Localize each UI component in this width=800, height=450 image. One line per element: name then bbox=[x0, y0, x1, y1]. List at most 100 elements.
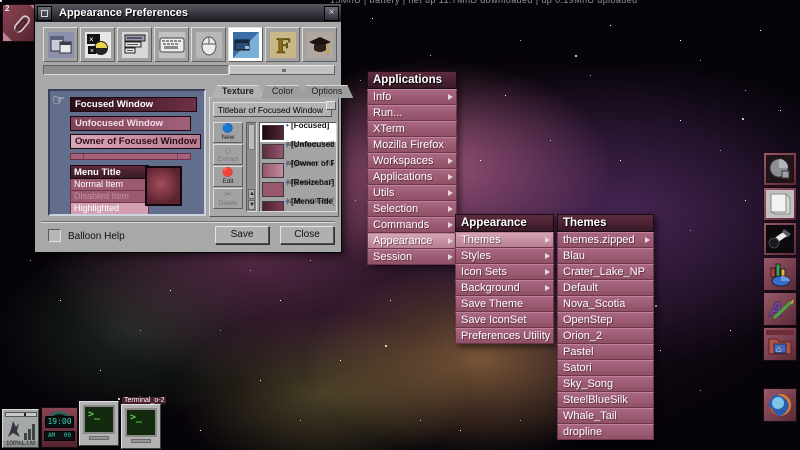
font-prefs-icon[interactable]: F bbox=[265, 27, 300, 62]
tab-options[interactable]: Options bbox=[300, 85, 353, 98]
workspace-number: 2 bbox=[5, 4, 9, 13]
menu-item-icon-sets[interactable]: Icon Sets bbox=[455, 264, 554, 280]
menu-item-styles[interactable]: Styles bbox=[455, 248, 554, 264]
menu-item-background[interactable]: Background bbox=[455, 280, 554, 296]
new-texture-button[interactable]: 🔵 New bbox=[213, 122, 243, 143]
save-button[interactable]: Save bbox=[215, 226, 269, 244]
dock-tile-pen-app[interactable] bbox=[763, 222, 797, 256]
menu-item-xterm[interactable]: XTerm bbox=[367, 121, 457, 137]
menu-item-save-iconset[interactable]: Save IconSet bbox=[455, 312, 554, 328]
menu-item-openstep[interactable]: OpenStep bbox=[557, 312, 654, 328]
extract-texture-button[interactable]: ◇ Extract bbox=[213, 144, 243, 165]
menu-item-crater-lake-np[interactable]: Crater_Lake_NP bbox=[557, 264, 654, 280]
menu-item-orion-2[interactable]: Orion_2 bbox=[557, 328, 654, 344]
tab-color[interactable]: Color bbox=[261, 85, 305, 98]
dock-tile-firefox[interactable] bbox=[763, 388, 797, 422]
clock-dockapp[interactable]: 19:00 AM 00 bbox=[41, 407, 78, 448]
scrollbar-thumb[interactable] bbox=[248, 124, 255, 150]
toolbar-scroll-thumb[interactable] bbox=[229, 65, 335, 75]
toolbar-scroll-trough[interactable] bbox=[43, 65, 229, 75]
svg-text:×: × bbox=[89, 35, 94, 44]
menu-item-applications[interactable]: Applications bbox=[367, 169, 457, 185]
preview-focused-titlebar[interactable]: Focused Window bbox=[70, 97, 197, 112]
mouse-prefs-icon[interactable] bbox=[191, 27, 226, 62]
preview-owner-titlebar[interactable]: Owner of Focused Window bbox=[70, 134, 201, 149]
appearance-prefs-icon[interactable] bbox=[228, 27, 263, 62]
themes-submenu-title[interactable]: Themes bbox=[557, 214, 654, 232]
balloon-help-checkbox[interactable] bbox=[48, 229, 61, 242]
system-monitor-dockapp[interactable]: 100%L.I.M bbox=[2, 409, 39, 448]
svg-text:⌂: ⌂ bbox=[776, 344, 781, 354]
extract-texture-icon: ◇ bbox=[214, 145, 242, 156]
miniaturize-button[interactable] bbox=[37, 6, 52, 21]
menu-item-session[interactable]: Session bbox=[367, 249, 457, 265]
delete-texture-icon: ✂ bbox=[214, 189, 242, 200]
menu-item-dropline[interactable]: dropline bbox=[557, 424, 654, 440]
preview-menu-item-normal-2[interactable]: Normal Item bbox=[70, 215, 149, 216]
dropdown-popup-icon[interactable] bbox=[326, 101, 336, 110]
menu-item-info[interactable]: Info bbox=[367, 89, 457, 105]
menu-item-default[interactable]: Default bbox=[557, 280, 654, 296]
menu-item-themes[interactable]: Themes bbox=[455, 232, 554, 248]
applications-menu-title[interactable]: Applications bbox=[367, 71, 457, 89]
preview-resizebar[interactable] bbox=[70, 153, 191, 160]
svg-text:×: × bbox=[90, 48, 94, 55]
preview-unfocused-titlebar[interactable]: Unfocused Window bbox=[70, 116, 191, 131]
scroll-down-icon[interactable]: ▼ bbox=[248, 200, 255, 210]
preview-menu-item-disabled[interactable]: Disabled Item bbox=[70, 191, 149, 203]
preview-icon-swatch[interactable] bbox=[145, 166, 182, 206]
preview-menu-title[interactable]: Menu Title bbox=[70, 165, 149, 179]
window-titlebar[interactable]: Appearance Preferences × bbox=[35, 4, 341, 22]
keyboard-prefs-icon[interactable] bbox=[154, 27, 189, 62]
monitor-label: 100%L.I.M bbox=[3, 441, 38, 447]
menu-item-workspaces[interactable]: Workspaces bbox=[367, 153, 457, 169]
dock-tile-disc-app[interactable] bbox=[763, 152, 797, 186]
tab-texture[interactable]: Texture bbox=[211, 85, 265, 98]
firefox-app-icon bbox=[766, 391, 794, 419]
preview-menu-item-highlighted[interactable]: Highlighted bbox=[70, 203, 149, 215]
delete-texture-button[interactable]: ✂ Delete bbox=[213, 188, 243, 209]
scroll-knob bbox=[282, 69, 286, 72]
close-dialog-button[interactable]: Close bbox=[280, 226, 334, 244]
menu-item-sky-song[interactable]: Sky_Song bbox=[557, 376, 654, 392]
terminal-appicon-2[interactable]: >_ bbox=[121, 404, 161, 449]
section-dropdown[interactable]: Titlebar of Focused Window bbox=[213, 102, 332, 117]
menu-item-run[interactable]: Run... bbox=[367, 105, 457, 121]
menu-item-blau[interactable]: Blau bbox=[557, 248, 654, 264]
appearance-preferences-window: Appearance Preferences × ×× F bbox=[34, 3, 342, 253]
style-preview-panel: ☞ Focused Window Unfocused Window Owner … bbox=[48, 89, 206, 216]
menu-editor-prefs-icon[interactable] bbox=[117, 27, 152, 62]
menu-item-preferences-utility[interactable]: Preferences Utility bbox=[455, 328, 554, 344]
menu-item-utils[interactable]: Utils bbox=[367, 185, 457, 201]
menu-item-themes-zipped[interactable]: themes.zipped bbox=[557, 232, 654, 248]
menu-item-pastel[interactable]: Pastel bbox=[557, 344, 654, 360]
texture-list-scrollbar[interactable]: ▲ ▼ bbox=[246, 122, 257, 212]
menu-item-save-theme[interactable]: Save Theme bbox=[455, 296, 554, 312]
window-focus-prefs-icon[interactable] bbox=[43, 27, 78, 62]
texture-row-menu-title[interactable]: [Menu Title] (tdgradient, "~/GN bbox=[260, 199, 336, 212]
paperclip-icon bbox=[10, 12, 34, 36]
menu-item-steelbluesilk[interactable]: SteelBlueSilk bbox=[557, 392, 654, 408]
dock-tile-letter-a-app[interactable]: A bbox=[763, 292, 797, 326]
dock-tile-charts-app[interactable] bbox=[763, 257, 797, 291]
terminal-prompt: >_ bbox=[88, 409, 100, 420]
menu-item-mozilla-firefox[interactable]: Mozilla Firefox bbox=[367, 137, 457, 153]
preview-menu-item-normal[interactable]: Normal Item bbox=[70, 179, 149, 191]
dock-tile-document-app[interactable] bbox=[763, 187, 797, 221]
expert-prefs-icon[interactable] bbox=[302, 27, 337, 62]
applications-menu: Applications Info Run... XTerm Mozilla F… bbox=[367, 71, 457, 265]
menu-item-selection[interactable]: Selection bbox=[367, 201, 457, 217]
menu-item-commands[interactable]: Commands bbox=[367, 217, 457, 233]
close-button[interactable]: × bbox=[324, 6, 339, 21]
terminal-appicon-1[interactable]: >_ bbox=[79, 401, 119, 446]
menu-item-appearance[interactable]: Appearance bbox=[367, 233, 457, 249]
menu-item-satori[interactable]: Satori bbox=[557, 360, 654, 376]
scroll-up-icon[interactable]: ▲ bbox=[248, 189, 255, 199]
desktop: 15MhU | battery | net up 11.7MhD downloa… bbox=[0, 0, 800, 450]
appearance-submenu-title[interactable]: Appearance bbox=[455, 214, 554, 232]
menu-item-whale-tail[interactable]: Whale_Tail bbox=[557, 408, 654, 424]
dock-tile-home-folder-app[interactable]: ⌂ bbox=[763, 327, 797, 361]
window-handling-prefs-icon[interactable]: ×× bbox=[80, 27, 115, 62]
menu-item-nova-scotia[interactable]: Nova_Scotia bbox=[557, 296, 654, 312]
edit-texture-button[interactable]: 🔴 Edit bbox=[213, 166, 243, 187]
